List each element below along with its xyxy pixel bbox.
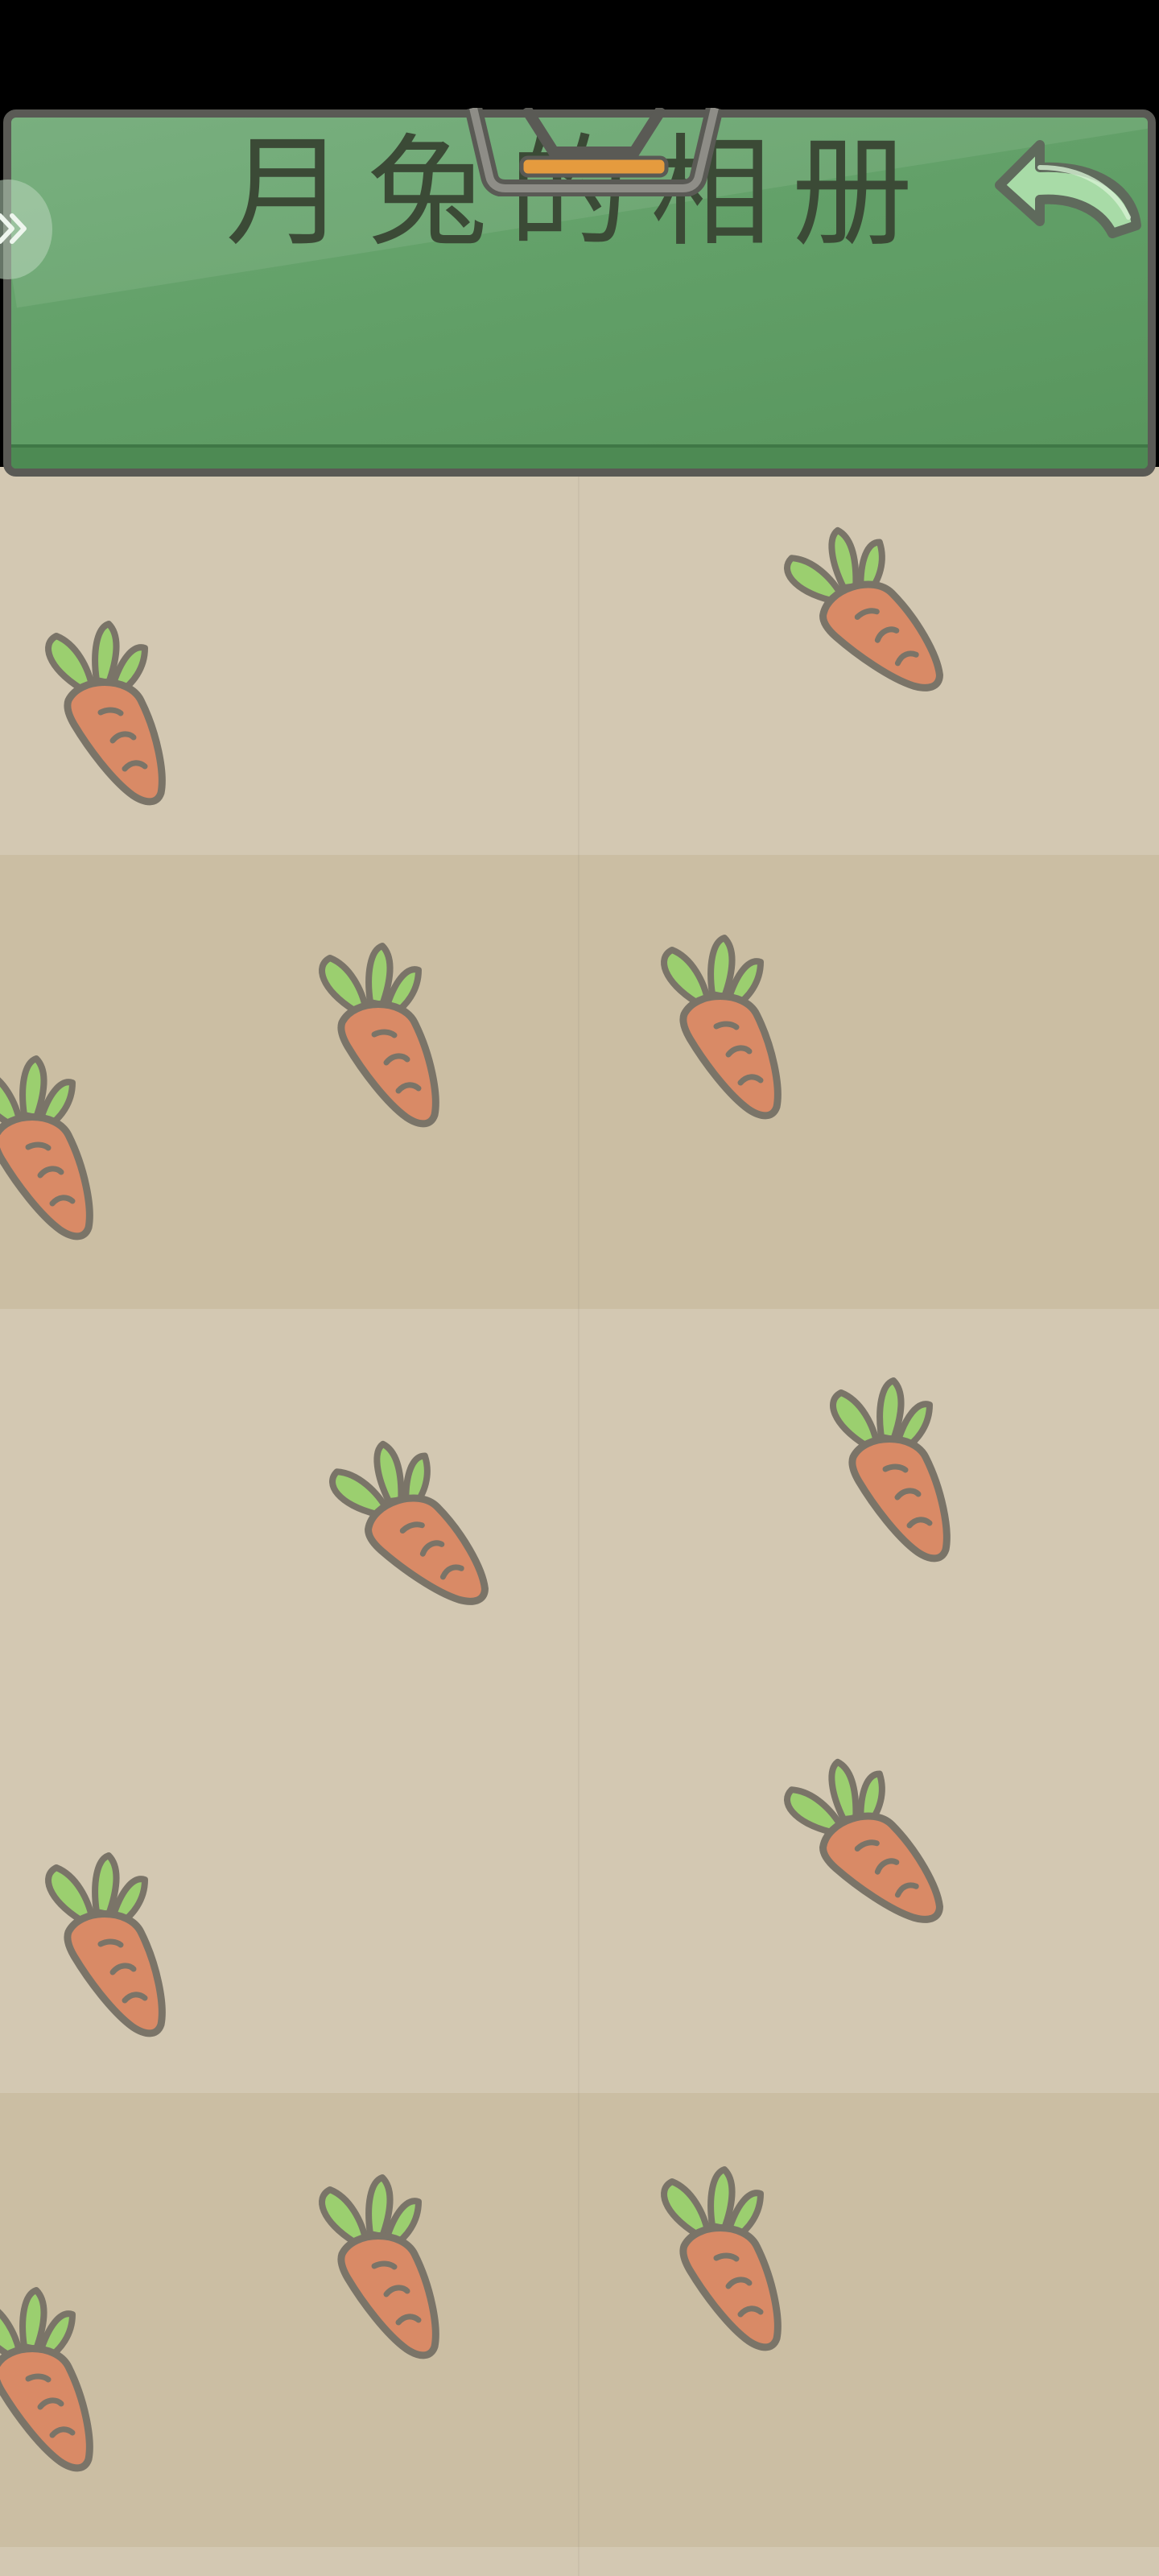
carrot-icon (640, 926, 801, 1127)
column-divider (578, 467, 580, 2576)
carrot-icon (298, 934, 459, 1135)
album-row-3 (0, 1309, 1159, 1684)
side-tab-button[interactable] (0, 177, 53, 282)
carrot-icon (24, 612, 185, 813)
carrot-icon (24, 1843, 185, 2045)
carrot-icon (0, 2278, 113, 2479)
carrot-icon (640, 2157, 801, 2359)
carrot-icon (298, 2165, 459, 2367)
title-panel-base (11, 444, 1148, 469)
album-row-6 (0, 2547, 1159, 2576)
back-button[interactable] (992, 129, 1145, 250)
game-screen: 月兔的相册 (0, 0, 1159, 2576)
status-bar (0, 0, 1159, 111)
back-arrow-icon (995, 140, 1141, 238)
album-board (0, 467, 1159, 2576)
hanger-bracket-icon (464, 108, 724, 196)
carrot-icon (0, 1046, 113, 1248)
album-row-2 (0, 855, 1159, 1309)
album-row-5 (0, 2093, 1159, 2547)
carrot-icon (809, 1368, 970, 1570)
